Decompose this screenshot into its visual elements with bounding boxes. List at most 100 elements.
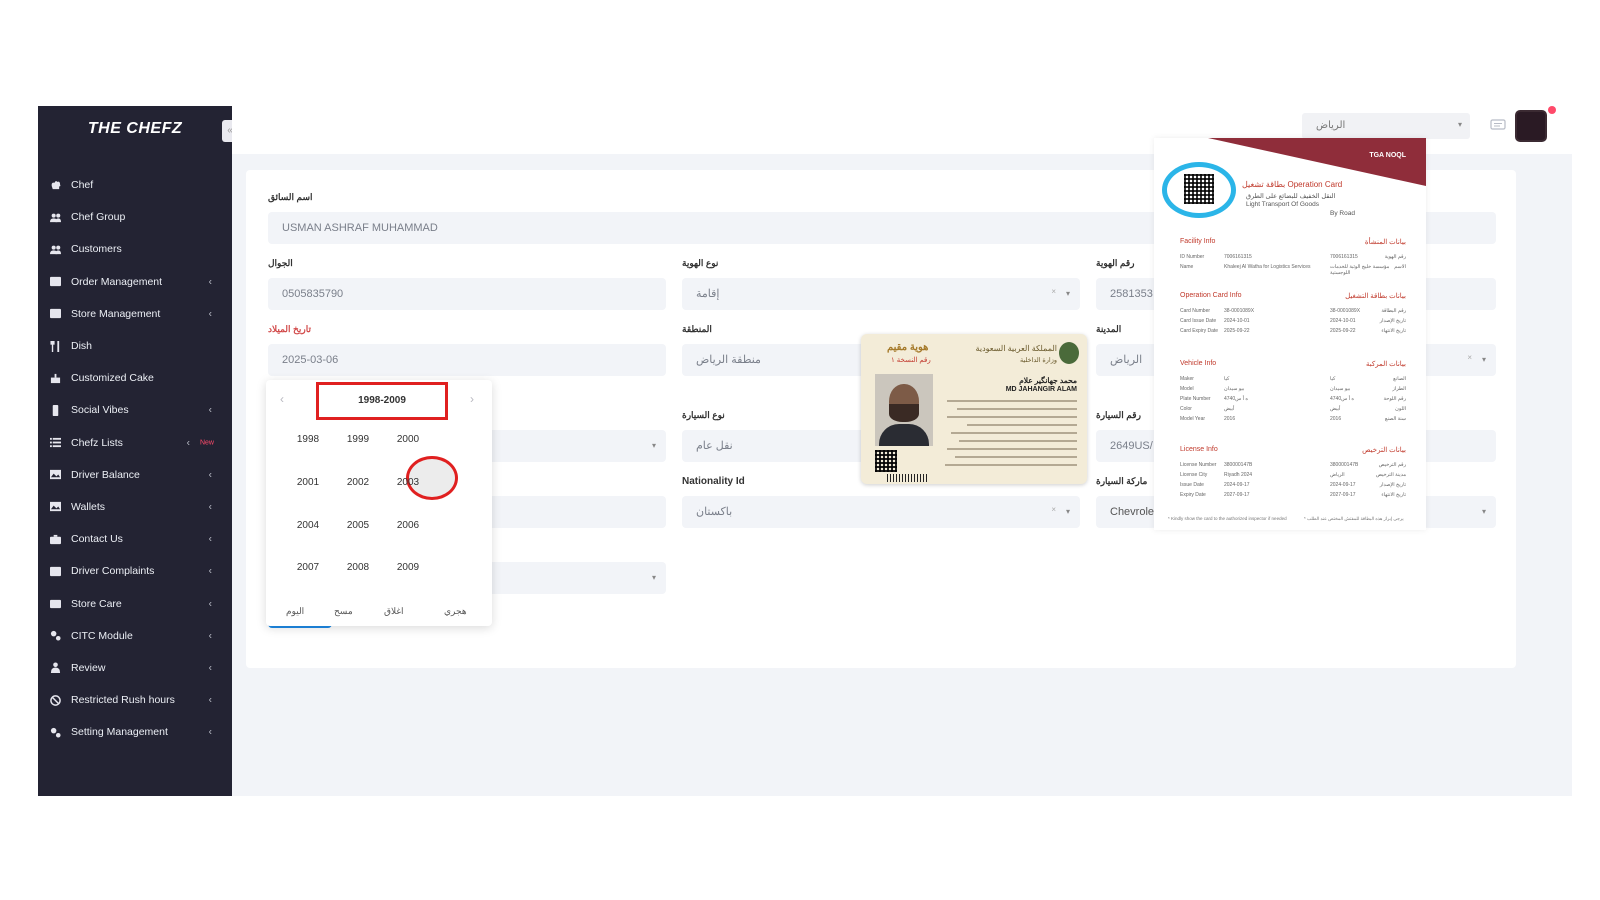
chevron-left-icon: ‹ [208,533,212,545]
clear-icon[interactable]: × [1051,278,1056,308]
chevron-left-icon: ‹ [208,598,212,610]
year-cell[interactable]: 2007 [288,562,328,573]
today-button[interactable]: اليوم [286,606,304,617]
op-info-cell: تاريخ الإصدار [1379,318,1406,324]
chevron-left-icon[interactable]: ‹ [280,392,284,406]
year-cell[interactable]: 2001 [288,477,328,488]
sidebar-item-customers[interactable]: Customers [38,233,232,265]
clear-button[interactable]: مسح [334,606,353,617]
sidebar-item-setting-management[interactable]: Setting Management ‹ [38,716,232,748]
year-cell[interactable]: 2002 [338,477,378,488]
clear-icon[interactable]: × [1467,344,1472,374]
gears-icon [48,629,62,643]
birth-date-input[interactable]: 2025-03-06 [268,344,666,376]
op-info-row: Model بيو سيدان بيو سيدان الطراز [1180,386,1406,394]
op-info-cell: Riyadh 2024 [1224,472,1253,478]
ban-icon [48,693,62,707]
year-cell[interactable]: 1998 [288,434,328,445]
mobile-input[interactable]: 0505835790 [268,278,666,310]
op-info-cell: 7006161315 [1224,254,1252,260]
id-type-select[interactable]: إقامة × ▾ [682,278,1080,310]
op-info-row: Issue Date 2024-09-17 2024-09-17 تاريخ الإص… [1180,482,1406,490]
year-cell[interactable]: 2004 [288,520,328,531]
sidebar-item-customized-cake[interactable]: Customized Cake [38,362,232,394]
op-info-cell: 38-0001089X [1330,308,1361,314]
nationality-select[interactable]: باكستان × ▾ [682,496,1080,528]
id-text-line [947,416,1077,418]
image-icon [48,468,62,482]
app-window: THE CHEFZ « Chef Chef Group Customers Order… [38,106,1572,796]
chevron-left-icon: ‹ [186,437,190,449]
sidebar-item-citc-module[interactable]: CITC Module ‹ [38,620,232,652]
chat-icon[interactable] [1490,118,1506,132]
op-info-cell: Maker [1180,376,1194,382]
op-info-cell: كيا [1330,376,1336,382]
chevron-left-icon: ‹ [208,276,212,288]
sidebar-item-label: Customized Cake [71,372,154,385]
chevron-right-icon[interactable]: › [470,392,474,406]
iqama-card-image: هوية مقيم رقم النسخة ١ المملكة العربية ا… [861,334,1087,484]
driver-name-label: اسم السائق [268,192,313,202]
sidebar-item-wallets[interactable]: Wallets ‹ [38,491,232,523]
id-card-subtitle: رقم النسخة ١ [891,357,931,364]
op-info-cell: بيو سيدان [1224,386,1245,392]
op-info-cell: Card Expiry Date [1180,328,1219,334]
sidebar-item-social-vibes[interactable]: Social Vibes ‹ [38,394,232,426]
year-cell[interactable]: 2009 [388,562,428,573]
chevron-left-icon: ‹ [208,501,212,513]
op-info-cell: Card Number [1180,308,1211,314]
city-label: المدينة [1096,324,1122,334]
op-info-cell: 2016 [1330,416,1342,422]
chevron-left-icon: ‹ [208,565,212,577]
sidebar-item-store-care[interactable]: Store Care ‹ [38,587,232,619]
sidebar-item-label: Driver Complaints [71,565,155,578]
chevron-left-icon: ‹ [208,694,212,706]
op-info-cell: ID Number [1180,254,1205,260]
op-info-cell: الصانع [1393,376,1406,382]
sidebar-item-review[interactable]: Review ‹ [38,652,232,684]
phone-icon [48,403,62,417]
table-icon [48,275,62,289]
op-info-row: Card Number 38-0001089X 38-0001089X رقم الب… [1180,308,1406,316]
chevron-left-icon: ‹ [208,630,212,642]
hijri-button[interactable]: هجري [444,606,467,617]
year-cell[interactable]: 2005 [338,520,378,531]
year-cell[interactable]: 2008 [338,562,378,573]
sidebar-item-driver-balance[interactable]: Driver Balance ‹ [38,459,232,491]
sidebar-item-chef[interactable]: Chef [38,169,232,201]
sidebar-item-label: Order Management [71,275,163,288]
op-info-row: Plate Number 4740ه أ س 4740ه أ س رقم اللوحة [1180,396,1406,404]
year-cell[interactable]: 2000 [388,434,428,445]
close-button[interactable]: اغلاق [384,606,404,617]
car-brand-value: Chevrolet [1110,506,1158,518]
city-select[interactable]: الرياض ▾ [1302,113,1470,139]
year-cell-selected[interactable]: 2003 [388,477,428,488]
year-cell[interactable]: 1999 [338,434,378,445]
cake-icon [48,371,62,385]
sidebar-item-chef-group[interactable]: Chef Group [38,201,232,233]
op-info-cell: سنة الصنع [1384,416,1406,422]
op-info-cell: Khaleej Al Watha for Logistics Services [1224,264,1311,270]
clear-icon[interactable]: × [1051,496,1056,526]
sidebar-item-dish[interactable]: Dish [38,330,232,362]
sidebar-item-driver-complaints[interactable]: Driver Complaints ‹ [38,555,232,587]
id-text-line [955,456,1077,458]
sidebar-item-order-management[interactable]: Order Management ‹ [38,266,232,298]
sidebar-item-store-management[interactable]: Store Management ‹ [38,298,232,330]
year-picker-popup: ‹ 1998-2009 › 1998 1999 2000 2001 2002 2003 20… [266,380,492,626]
op-info-cell: رقم اللوحة [1383,396,1406,402]
sidebar-item-label: Chefz Lists [71,436,123,449]
op-section-title-ar: بيانات الترخيص [1362,447,1406,454]
operation-card-subtitle-ar: النقل الخفيف للبضائع على الطرق [1246,193,1336,200]
app-logo[interactable]: THE CHEFZ [38,120,232,138]
sidebar-item-chefz-lists[interactable]: Chefz Lists ‹ New [38,427,232,459]
decade-range-header[interactable]: 1998-2009 [316,382,448,420]
sidebar-item-restricted-rush-hours[interactable]: Restricted Rush hours ‹ [38,684,232,716]
year-cell[interactable]: 2006 [388,520,428,531]
avatar[interactable] [1515,110,1547,142]
op-info-cell: Issue Date [1180,482,1204,488]
sidebar-item-contact-us[interactable]: Contact Us ‹ [38,523,232,555]
op-section-title-ar: بيانات المركبة [1366,361,1406,368]
id-type-value: إقامة [696,288,720,300]
id-text-line [957,408,1077,410]
